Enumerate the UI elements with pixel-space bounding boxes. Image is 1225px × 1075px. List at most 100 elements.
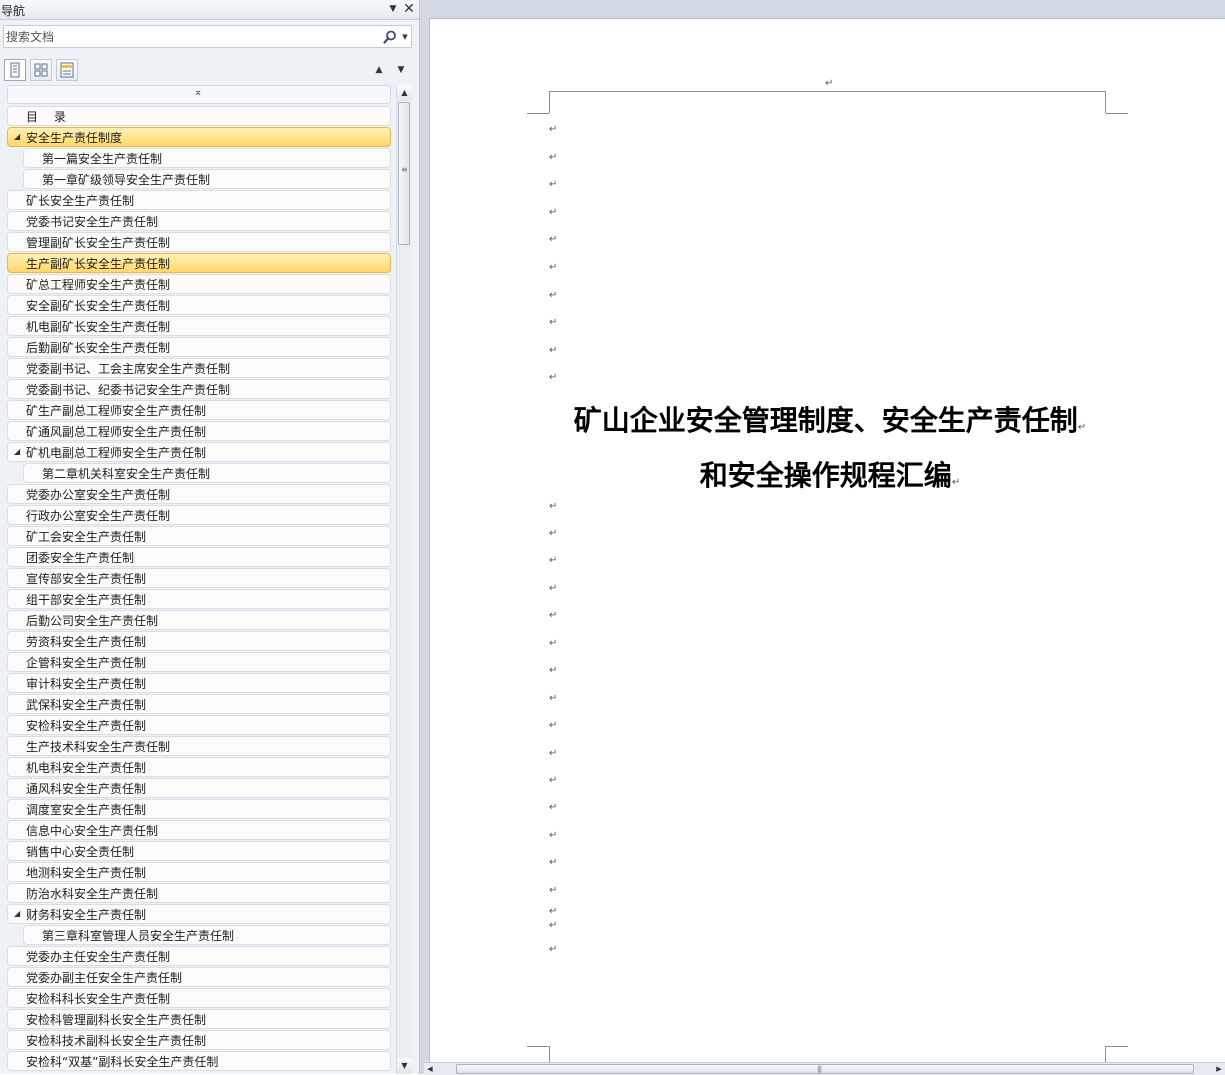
heading-item[interactable]: 机电副矿长安全生产责任制 <box>7 316 391 336</box>
tab-browse-pages[interactable] <box>30 59 52 81</box>
heading-item[interactable]: 矿生产副总工程师安全生产责任制 <box>7 400 391 420</box>
scrollbar-thumb[interactable]: ≡ <box>398 102 410 245</box>
expand-triangle-icon[interactable]: ◢ <box>14 447 20 457</box>
tab-browse-headings[interactable] <box>4 59 26 81</box>
header-rule <box>549 91 1105 92</box>
heading-item[interactable]: 组干部安全生产责任制 <box>7 589 391 609</box>
heading-item[interactable]: 通风科安全生产责任制 <box>7 778 391 798</box>
paragraph-mark-icon: ↵ <box>549 857 558 868</box>
heading-item[interactable]: 矿总工程师安全生产责任制 <box>7 274 391 294</box>
collapse-all-icon[interactable]: ⌅ <box>194 87 202 98</box>
heading-item[interactable]: 安检科管理副科长安全生产责任制 <box>7 1009 391 1029</box>
heading-item[interactable]: 第二章机关科室安全生产责任制 <box>23 463 391 483</box>
heading-item[interactable]: 安全副矿长安全生产责任制 <box>7 295 391 315</box>
heading-tree: ⌅ 目 录 ◢ 安全生产责任制度第一篇安全生产责任制第一章矿级领导安全生产责任制 矿长… <box>7 85 393 1074</box>
scroll-left-icon[interactable]: ◀ <box>424 1063 436 1075</box>
heading-item[interactable]: 企管科安全生产责任制 <box>7 652 391 672</box>
heading-item[interactable]: 安检科“双基”副科长安全生产责任制 <box>7 1051 391 1071</box>
previous-heading-icon[interactable]: ▲ <box>371 62 387 78</box>
heading-item[interactable]: 地测科安全生产责任制 <box>7 862 391 882</box>
heading-item-label: 矿机电副总工程师安全生产责任制 <box>26 446 207 460</box>
heading-item[interactable]: 调度室安全生产责任制 <box>7 799 391 819</box>
scrollbar-grip-icon: ||| <box>817 1065 822 1073</box>
heading-item[interactable]: 党委副书记、纪委书记安全生产责任制 <box>7 379 391 399</box>
paragraph-mark-icon: ↵ <box>549 610 558 621</box>
paragraph-mark-icon: ↵ <box>549 317 558 328</box>
heading-item-label: 目 录 <box>26 110 66 124</box>
heading-item[interactable]: 矿通风副总工程师安全生产责任制 <box>7 421 391 441</box>
search-input[interactable] <box>6 28 366 45</box>
heading-item[interactable]: ◢ 矿机电副总工程师安全生产责任制 <box>7 442 391 462</box>
expand-triangle-icon[interactable]: ◢ <box>14 132 20 142</box>
expand-triangle-icon[interactable]: ◢ <box>14 909 20 919</box>
heading-item-label: 安检科“双基”副科长安全生产责任制 <box>26 1055 219 1069</box>
heading-item[interactable]: 管理副矿长安全生产责任制 <box>7 232 391 252</box>
heading-item-label: 党委副书记、纪委书记安全生产责任制 <box>26 383 231 397</box>
search-options-icon[interactable]: ▼ <box>400 29 410 45</box>
horizontal-scrollbar-thumb[interactable]: ||| <box>456 1064 1194 1074</box>
heading-item-label: 安全生产责任制度 <box>26 131 123 145</box>
heading-item[interactable]: 党委办副主任安全生产责任制 <box>7 967 391 987</box>
heading-item[interactable]: 生产副矿长安全生产责任制 <box>7 253 391 273</box>
heading-item-label: 第三章科室管理人员安全生产责任制 <box>42 929 235 943</box>
heading-item[interactable]: 后勤公司安全生产责任制 <box>7 610 391 630</box>
heading-item[interactable]: 第一篇安全生产责任制 <box>23 148 391 168</box>
paragraph-mark-icon: ↵ <box>549 638 558 649</box>
heading-item[interactable]: ◢ 财务科安全生产责任制 <box>7 904 391 924</box>
scroll-down-icon[interactable]: ▼ <box>397 1058 412 1074</box>
heading-item[interactable]: 党委办公室安全生产责任制 <box>7 484 391 504</box>
paragraph-mark-icon: ↵ <box>549 906 558 917</box>
scrollbar-grip-icon: ≡ <box>401 165 408 174</box>
collapse-all-row[interactable]: ⌅ <box>7 85 391 104</box>
heading-item[interactable]: 劳资科安全生产责任制 <box>7 631 391 651</box>
paragraph-mark-icon: ↵ <box>549 124 558 135</box>
heading-item[interactable]: 机电科安全生产责任制 <box>7 757 391 777</box>
tab-browse-results[interactable] <box>56 59 78 81</box>
search-box[interactable]: ▼ <box>3 25 412 48</box>
document-area: ↵ ↵ ↵ ↵ ↵ ↵ ↵ ↵ ↵ ↵ ↵ ↵ ↵ ↵ ↵ ↵ ↵ ↵ ↵ ↵ ↵ ↵ ↵ ↵ ↵ ↵ ↵ ↵ ↵ 矿山企业安全管理制度… <box>420 0 1225 1074</box>
paragraph-mark-icon: ↵ <box>549 748 558 759</box>
paragraph-mark-icon: ↵ <box>549 528 558 539</box>
paragraph-mark-icon: ↵ <box>549 920 558 931</box>
heading-item[interactable]: 生产技术科安全生产责任制 <box>7 736 391 756</box>
document-horizontal-scrollbar[interactable]: ◀ ||| ▶ <box>424 1062 1225 1075</box>
paragraph-mark-icon: ↵ <box>549 262 558 273</box>
next-heading-icon[interactable]: ▼ <box>393 62 409 78</box>
heading-item[interactable]: 武保科安全生产责任制 <box>7 694 391 714</box>
search-icon[interactable] <box>382 29 398 45</box>
heading-item-label: 矿生产副总工程师安全生产责任制 <box>26 404 207 418</box>
heading-item[interactable]: 矿工会安全生产责任制 <box>7 526 391 546</box>
heading-item[interactable]: 安检科技术副科长安全生产责任制 <box>7 1030 391 1050</box>
heading-item[interactable]: 销售中心安全责任制 <box>7 841 391 861</box>
scroll-right-icon[interactable]: ▶ <box>1213 1063 1225 1075</box>
document-page[interactable]: ↵ ↵ ↵ ↵ ↵ ↵ ↵ ↵ ↵ ↵ ↵ ↵ ↵ ↵ ↵ ↵ ↵ ↵ ↵ ↵ ↵ ↵ ↵ ↵ ↵ ↵ ↵ ↵ ↵ 矿山企业安全管理制度… <box>429 18 1225 1065</box>
heading-item[interactable]: 行政办公室安全生产责任制 <box>7 505 391 525</box>
heading-item[interactable]: 安检科科长安全生产责任制 <box>7 988 391 1008</box>
heading-item[interactable]: 党委书记安全生产责任制 <box>7 211 391 231</box>
heading-item[interactable]: 党委副书记、工会主席安全生产责任制 <box>7 358 391 378</box>
close-pane-icon[interactable]: ✕ <box>402 0 416 18</box>
paragraph-mark-icon: ↵ <box>549 775 558 786</box>
heading-item[interactable]: 目 录 <box>7 106 391 126</box>
heading-item[interactable]: 防治水科安全生产责任制 <box>7 883 391 903</box>
heading-item[interactable]: 信息中心安全生产责任制 <box>7 820 391 840</box>
document-title[interactable]: 矿山企业安全管理制度、安全生产责任制↵ 和安全操作规程汇编↵ <box>490 397 1170 507</box>
navigation-pane-title: 导航 <box>1 4 26 18</box>
navigation-scrollbar[interactable]: ▲ ≡ ▼ <box>396 85 412 1074</box>
heading-item[interactable]: 团委安全生产责任制 <box>7 547 391 567</box>
heading-item-label: 矿通风副总工程师安全生产责任制 <box>26 425 207 439</box>
heading-item[interactable]: 第三章科室管理人员安全生产责任制 <box>23 925 391 945</box>
heading-item[interactable]: 第一章矿级领导安全生产责任制 <box>23 169 391 189</box>
heading-item[interactable]: 后勤副矿长安全生产责任制 <box>7 337 391 357</box>
scroll-up-icon[interactable]: ▲ <box>397 85 412 101</box>
heading-item-label: 第一篇安全生产责任制 <box>42 152 163 166</box>
heading-item[interactable]: 审计科安全生产责任制 <box>7 673 391 693</box>
heading-item[interactable]: 安检科安全生产责任制 <box>7 715 391 735</box>
heading-item[interactable]: ◢ 安全生产责任制度 <box>7 127 391 147</box>
heading-item[interactable]: 宣传部安全生产责任制 <box>7 568 391 588</box>
pages-grid-icon <box>34 63 48 77</box>
heading-item-label: 安检科技术副科长安全生产责任制 <box>26 1034 207 1048</box>
heading-item[interactable]: 矿长安全生产责任制 <box>7 190 391 210</box>
heading-item[interactable]: 党委办主任安全生产责任制 <box>7 946 391 966</box>
pane-options-icon[interactable]: ▼ <box>386 1 400 17</box>
